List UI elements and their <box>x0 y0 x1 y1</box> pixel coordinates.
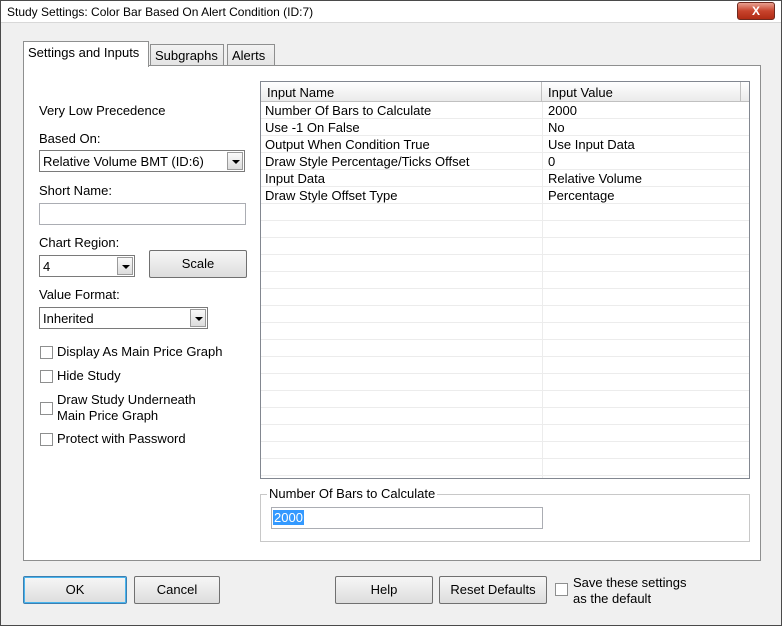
short-name-input[interactable] <box>39 203 246 225</box>
protect-with-password-label: Protect with Password <box>57 431 186 446</box>
table-row[interactable]: Number Of Bars to Calculate 2000 <box>261 102 749 119</box>
close-button[interactable]: X <box>737 2 775 20</box>
save-as-default-label: Save these settings <box>573 575 687 590</box>
table-row[interactable]: Use -1 On False No <box>261 119 749 136</box>
empty-row <box>261 255 749 272</box>
chevron-down-icon <box>227 152 243 170</box>
table-row[interactable]: Draw Style Percentage/Ticks Offset 0 <box>261 153 749 170</box>
empty-row <box>261 425 749 442</box>
hide-study-checkbox[interactable] <box>40 370 53 383</box>
settings-and-inputs-panel: Very Low Precedence Based On: Relative V… <box>23 65 761 561</box>
display-as-main-price-graph-label: Display As Main Price Graph <box>57 344 223 359</box>
empty-row <box>261 391 749 408</box>
col-input-name[interactable]: Input Name <box>261 82 542 101</box>
empty-row <box>261 374 749 391</box>
chart-region-label: Chart Region: <box>39 235 120 250</box>
empty-row <box>261 459 749 476</box>
save-as-default-checkbox[interactable] <box>555 583 568 596</box>
empty-row <box>261 323 749 340</box>
draw-study-underneath-label-2: Main Price Graph <box>57 408 159 423</box>
input-value-field[interactable]: 2000 <box>271 507 543 529</box>
close-icon: X <box>751 4 760 18</box>
col-input-value[interactable]: Input Value <box>542 82 741 101</box>
study-settings-dialog: Study Settings: Color Bar Based On Alert… <box>0 0 782 626</box>
empty-row <box>261 221 749 238</box>
scale-button[interactable]: Scale <box>149 250 247 278</box>
help-button[interactable]: Help <box>335 576 433 604</box>
empty-row <box>261 442 749 459</box>
input-edit-group: Number Of Bars to Calculate 2000 <box>260 486 750 542</box>
draw-study-underneath-checkbox[interactable] <box>40 402 53 415</box>
chevron-down-icon <box>190 309 206 327</box>
save-as-default-label-2: as the default <box>573 591 652 606</box>
value-format-select[interactable]: Inherited <box>39 307 208 329</box>
title-bar: Study Settings: Color Bar Based On Alert… <box>1 1 781 23</box>
display-as-main-price-graph-checkbox[interactable] <box>40 346 53 359</box>
table-row[interactable]: Input Data Relative Volume <box>261 170 749 187</box>
empty-row <box>261 272 749 289</box>
empty-row <box>261 306 749 323</box>
chart-region-value: 4 <box>43 259 51 274</box>
based-on-value: Relative Volume BMT (ID:6) <box>43 154 204 169</box>
draw-study-underneath-label: Draw Study Underneath <box>57 392 196 407</box>
precedence-label: Very Low Precedence <box>39 103 166 118</box>
empty-row <box>261 238 749 255</box>
chevron-down-icon <box>117 257 133 275</box>
table-row[interactable]: Output When Condition True Use Input Dat… <box>261 136 749 153</box>
tab-alerts[interactable]: Alerts <box>227 44 275 66</box>
based-on-select[interactable]: Relative Volume BMT (ID:6) <box>39 150 245 172</box>
inputs-grid: Input Name Input Value Number Of Bars to… <box>260 81 750 479</box>
hide-study-label: Hide Study <box>57 368 121 383</box>
short-name-label: Short Name: <box>39 183 112 198</box>
empty-row <box>261 408 749 425</box>
reset-defaults-button[interactable]: Reset Defaults <box>439 576 547 604</box>
input-value-selected-text: 2000 <box>273 510 304 525</box>
empty-row <box>261 204 749 221</box>
value-format-label: Value Format: <box>39 287 120 302</box>
tab-settings-and-inputs[interactable]: Settings and Inputs <box>23 41 149 67</box>
empty-row <box>261 289 749 306</box>
value-format-value: Inherited <box>43 311 94 326</box>
window-title: Study Settings: Color Bar Based On Alert… <box>7 5 314 19</box>
cancel-button[interactable]: Cancel <box>134 576 220 604</box>
tab-subgraphs[interactable]: Subgraphs <box>150 44 224 66</box>
table-row[interactable]: Draw Style Offset Type Percentage <box>261 187 749 204</box>
input-edit-group-label: Number Of Bars to Calculate <box>267 486 438 501</box>
ok-button[interactable]: OK <box>23 576 127 604</box>
chart-region-select[interactable]: 4 <box>39 255 135 277</box>
based-on-label: Based On: <box>39 131 101 146</box>
empty-row <box>261 357 749 374</box>
empty-row <box>261 340 749 357</box>
grid-header: Input Name Input Value <box>261 82 749 102</box>
protect-with-password-checkbox[interactable] <box>40 433 53 446</box>
